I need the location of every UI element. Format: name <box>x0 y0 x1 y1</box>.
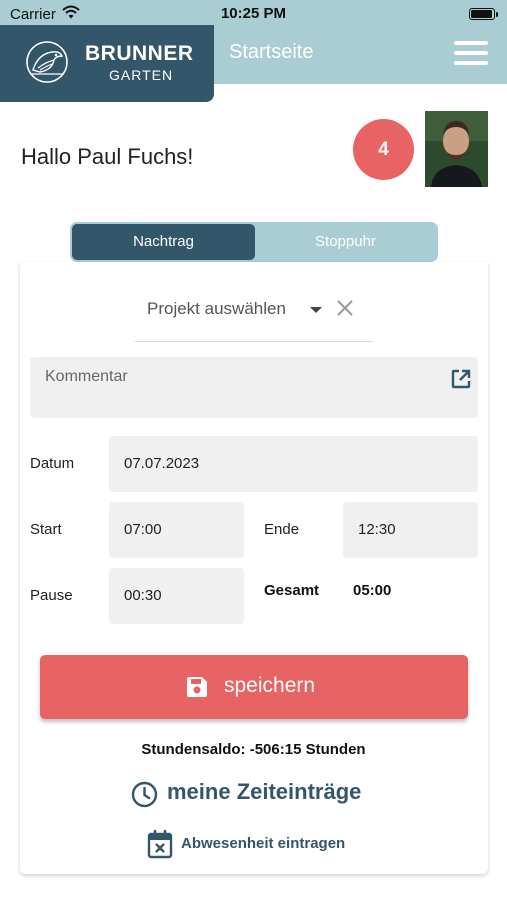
end-label: Ende <box>264 521 300 538</box>
chevron-down-icon <box>310 307 322 313</box>
start-label: Start <box>30 521 62 538</box>
tab-nachtrag[interactable]: Nachtrag <box>72 224 255 260</box>
start-time-field[interactable]: 07:00 <box>109 502 244 558</box>
hamburger-menu-icon[interactable] <box>454 41 488 67</box>
calendar-x-icon <box>147 829 173 864</box>
notification-badge[interactable]: 4 <box>353 119 414 180</box>
date-field[interactable]: 07.07.2023 <box>109 436 478 492</box>
avatar[interactable] <box>425 111 488 187</box>
comment-field[interactable]: Kommentar <box>30 357 478 418</box>
pause-value: 00:30 <box>124 587 162 604</box>
pause-label: Pause <box>30 587 73 604</box>
page-title: Startseite <box>229 41 314 63</box>
tab-stoppuhr[interactable]: Stoppuhr <box>255 224 436 260</box>
greeting-text: Hallo Paul Fuchs! <box>21 144 194 169</box>
menu-line <box>454 41 488 45</box>
brand-name: BRUNNER <box>85 42 194 65</box>
start-time-value: 07:00 <box>124 521 162 538</box>
external-link-icon[interactable] <box>450 368 472 395</box>
clock-icon <box>131 781 158 813</box>
brand-subtitle: GARTEN <box>109 67 174 83</box>
date-value: 07.07.2023 <box>124 455 200 472</box>
enter-absence-label: Abwesenheit eintragen <box>181 835 346 852</box>
total-label: Gesamt <box>264 582 320 599</box>
end-time-value: 12:30 <box>358 521 396 538</box>
menu-line <box>454 61 488 65</box>
clear-icon[interactable] <box>335 298 355 320</box>
battery-fill <box>471 10 492 18</box>
pause-field[interactable]: 00:30 <box>109 568 244 624</box>
battery-icon <box>469 8 498 20</box>
save-button[interactable]: speichern <box>40 655 468 719</box>
menu-line <box>454 51 488 55</box>
floppy-disk-icon <box>185 675 209 704</box>
total-value: 05:00 <box>353 582 392 599</box>
end-time-field[interactable]: 12:30 <box>343 502 478 558</box>
my-time-entries-label: meine Zeiteinträge <box>167 779 362 804</box>
brand-logo[interactable]: BRUNNER GARTEN <box>0 25 214 102</box>
hours-balance: Stundensaldo: -506:15 Stunden <box>141 741 366 758</box>
save-button-label: speichern <box>224 674 316 697</box>
date-label: Datum <box>30 455 75 472</box>
mode-switch: Nachtrag Stoppuhr <box>70 222 438 262</box>
comment-placeholder: Kommentar <box>45 368 128 385</box>
project-select-label: Projekt auswählen <box>147 299 286 318</box>
project-select[interactable]: Projekt auswählen <box>135 296 373 342</box>
bird-logo-icon <box>24 40 70 89</box>
clock: 10:25 PM <box>220 5 287 22</box>
status-bar: Carrier 10:25 PM <box>0 0 507 28</box>
